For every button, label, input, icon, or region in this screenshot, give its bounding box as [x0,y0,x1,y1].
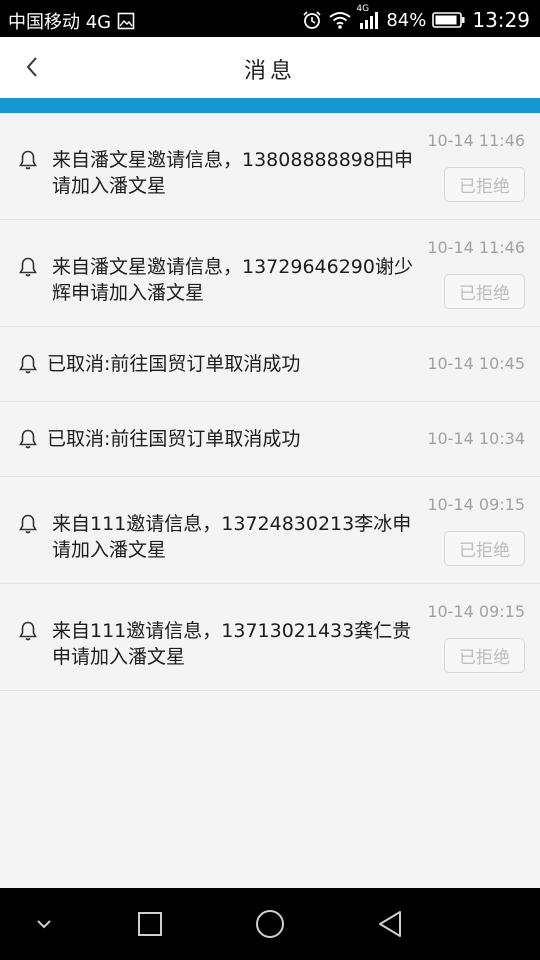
signal-icon: 4G [356,4,380,30]
message-item[interactable]: 来自潘文星邀请信息，13808888898田申请加入潘文星 10-14 11:4… [0,113,540,220]
message-list: 来自潘文星邀请信息，13808888898田申请加入潘文星 10-14 11:4… [0,113,540,691]
message-text: 已取消:前往国贸订单取消成功 [47,353,301,375]
bell-icon [19,354,37,374]
message-item[interactable]: 来自111邀请信息，13713021433龚仁贵申请加入潘文星 10-14 09… [0,584,540,691]
wifi-icon [328,10,352,30]
message-time: 10-14 10:34 [427,429,525,448]
system-nav-bar [0,888,540,960]
message-text: 来自111邀请信息，13724830213李冰申请加入潘文星 [52,513,412,561]
message-item[interactable]: 来自111邀请信息，13724830213李冰申请加入潘文星 10-14 09:… [0,477,540,584]
message-item[interactable]: 已取消:前往国贸订单取消成功 10-14 10:34 [0,402,540,477]
message-item[interactable]: 已取消:前往国贸订单取消成功 10-14 10:45 [0,327,540,402]
bell-icon [19,257,37,277]
carrier-label: 中国移动 4G [8,12,112,33]
accent-bar [0,98,540,113]
network-badge: 4G [356,4,370,14]
message-time: 10-14 11:46 [427,131,525,150]
message-text: 已取消:前往国贸订单取消成功 [47,428,301,450]
triangle-back-icon [379,911,401,937]
message-text: 来自111邀请信息，13713021433龚仁贵申请加入潘文星 [52,620,412,668]
message-time: 10-14 09:15 [427,602,525,621]
bell-icon [19,429,37,449]
hide-nav-button[interactable] [24,908,64,940]
home-button[interactable] [250,908,290,940]
rejected-button[interactable]: 已拒绝 [444,167,525,202]
bell-icon [19,150,37,170]
app-header: 消息 [0,37,540,98]
system-back-button[interactable] [370,908,410,940]
picture-icon [117,12,135,30]
bell-icon [19,514,37,534]
message-time: 10-14 11:46 [427,238,525,257]
rejected-button[interactable]: 已拒绝 [444,638,525,673]
clock-time: 13:29 [472,8,530,32]
rejected-button[interactable]: 已拒绝 [444,274,525,309]
status-right: 4G 84% 13:29 [302,4,530,32]
page-title: 消息 [243,59,296,84]
recent-apps-button[interactable] [130,908,170,940]
message-text: 来自潘文星邀请信息，13729646290谢少辉申请加入潘文星 [52,256,413,304]
status-left: 中国移动 4G [8,8,135,34]
rejected-button[interactable]: 已拒绝 [444,531,525,566]
alarm-icon [302,10,322,30]
battery-icon [432,11,466,29]
chevron-down-icon [37,920,51,929]
battery-percent: 84% [386,9,427,31]
square-icon [138,912,162,936]
message-time: 10-14 10:45 [427,354,525,373]
message-item[interactable]: 来自潘文星邀请信息，13729646290谢少辉申请加入潘文星 10-14 11… [0,220,540,327]
status-bar: 中国移动 4G 4G 84% 13:29 [0,0,540,37]
message-time: 10-14 09:15 [427,495,525,514]
bell-icon [19,621,37,641]
message-text: 来自潘文星邀请信息，13808888898田申请加入潘文星 [52,149,413,197]
circle-icon [256,910,284,938]
